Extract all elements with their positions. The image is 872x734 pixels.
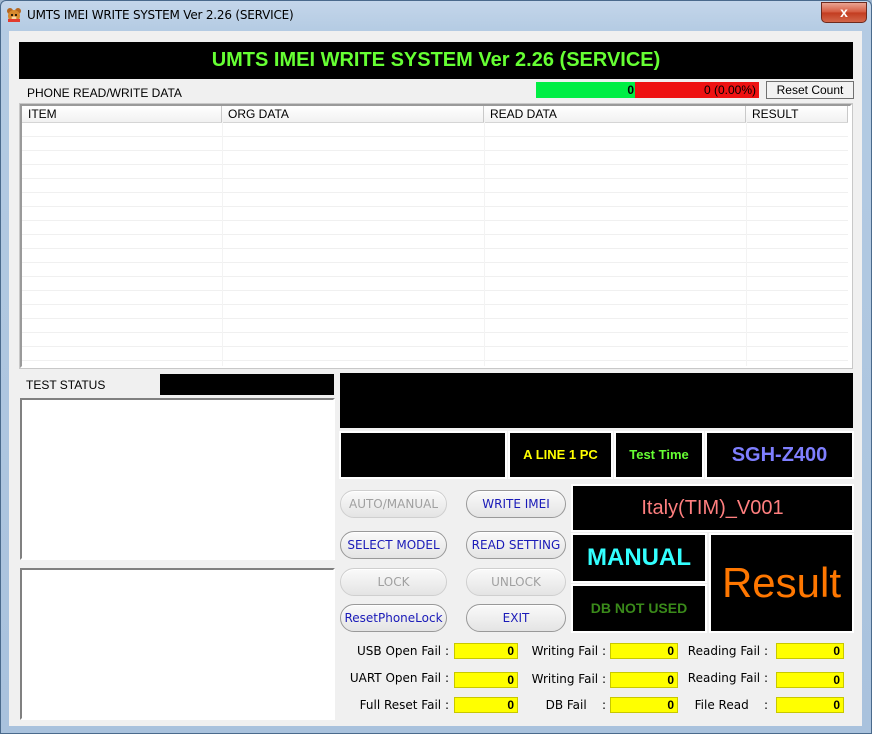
grid-row-line (22, 346, 848, 347)
grid-row-line (22, 318, 848, 319)
grid-row-line (22, 332, 848, 333)
column-header-read-data[interactable]: READ DATA (484, 106, 746, 122)
full-reset-fail-label: Full Reset Fail : (359, 698, 449, 712)
uart-open-fail-label: UART Open Fail : (349, 671, 449, 685)
usb-open-fail-label: USB Open Fail : (357, 644, 449, 658)
close-icon: x (840, 4, 848, 20)
info-blank-panel (339, 431, 507, 479)
phone-data-table[interactable]: ITEM ORG DATA READ DATA RESULT (19, 103, 853, 369)
grid-row-line (22, 164, 848, 165)
grid-row-line (22, 360, 848, 361)
pass-count: 0 (536, 82, 635, 98)
close-button[interactable]: x (821, 2, 867, 23)
mode-display: MANUAL (571, 533, 707, 583)
writing-fail-count-2: 0 (610, 672, 678, 688)
table-header: ITEM ORG DATA READ DATA RESULT (22, 106, 848, 123)
line-info: A LINE 1 PC (508, 431, 613, 479)
grid-row-line (22, 276, 848, 277)
writing-fail-label: Writing Fail : (531, 644, 606, 658)
grid-row-line (22, 150, 848, 151)
phone-data-label: PHONE READ/WRITE DATA (27, 86, 182, 100)
db-status-display: DB NOT USED (571, 584, 707, 633)
writing-fail-count: 0 (610, 643, 678, 659)
grid-row-line (22, 262, 848, 263)
reading-fail-count: 0 (776, 643, 844, 659)
file-read-label: File Read : (694, 698, 768, 712)
title-bar[interactable]: UMTS IMEI WRITE SYSTEM Ver 2.26 (SERVICE… (1, 1, 871, 31)
window-title: UMTS IMEI WRITE SYSTEM Ver 2.26 (SERVICE… (27, 8, 294, 22)
grid-divider (484, 122, 485, 366)
grid-row-line (22, 192, 848, 193)
select-model-button[interactable]: SELECT MODEL (340, 531, 447, 559)
app-banner: UMTS IMEI WRITE SYSTEM Ver 2.26 (SERVICE… (19, 42, 853, 79)
test-time-label: Test Time (614, 431, 704, 479)
grid-row-line (22, 206, 848, 207)
file-read-count: 0 (776, 697, 844, 713)
column-header-item[interactable]: ITEM (22, 106, 222, 122)
fail-count: 0 (0.00%) (635, 82, 759, 98)
writing-fail-label-2: Writing Fail : (531, 672, 606, 686)
db-fail-label: DB Fail : (545, 698, 606, 712)
grid-row-line (22, 290, 848, 291)
read-setting-button[interactable]: READ SETTING (466, 531, 566, 559)
reset-phone-lock-button[interactable]: ResetPhoneLock (340, 604, 447, 632)
grid-row-line (22, 304, 848, 305)
db-fail-count: 0 (610, 697, 678, 713)
reading-fail-count-2: 0 (776, 672, 844, 688)
reading-fail-label: Reading Fail : (687, 644, 768, 658)
grid-divider (222, 122, 223, 366)
column-header-org-data[interactable]: ORG DATA (222, 106, 484, 122)
test-status-log[interactable] (20, 398, 335, 560)
grid-row-line (22, 220, 848, 221)
uart-open-fail-count: 0 (454, 672, 518, 688)
test-status-label: TEST STATUS (26, 378, 106, 392)
status-display (340, 373, 853, 428)
grid-row-line (22, 136, 848, 137)
message-log[interactable] (20, 568, 335, 720)
app-bear-icon (7, 8, 21, 22)
result-display: Result (709, 533, 854, 633)
test-status-indicator (160, 374, 334, 395)
grid-divider (746, 122, 747, 366)
full-reset-fail-count: 0 (454, 697, 518, 713)
unlock-button[interactable]: UNLOCK (466, 568, 566, 596)
model-display: SGH-Z400 (705, 431, 854, 479)
exit-button[interactable]: EXIT (466, 604, 566, 632)
grid-row-line (22, 178, 848, 179)
write-imei-button[interactable]: WRITE IMEI (466, 490, 566, 518)
reset-count-button[interactable]: Reset Count (766, 81, 854, 99)
app-window: UMTS IMEI WRITE SYSTEM Ver 2.26 (SERVICE… (0, 0, 872, 734)
usb-open-fail-count: 0 (454, 643, 518, 659)
auto-manual-button[interactable]: AUTO/MANUAL (340, 490, 447, 518)
region-display: Italy(TIM)_V001 (571, 484, 854, 532)
lock-button[interactable]: LOCK (340, 568, 447, 596)
column-header-result[interactable]: RESULT (746, 106, 848, 122)
client-area: UMTS IMEI WRITE SYSTEM Ver 2.26 (SERVICE… (9, 31, 862, 726)
grid-row-line (22, 234, 848, 235)
grid-row-line (22, 248, 848, 249)
reading-fail-label-2: Reading Fail : (687, 671, 768, 685)
